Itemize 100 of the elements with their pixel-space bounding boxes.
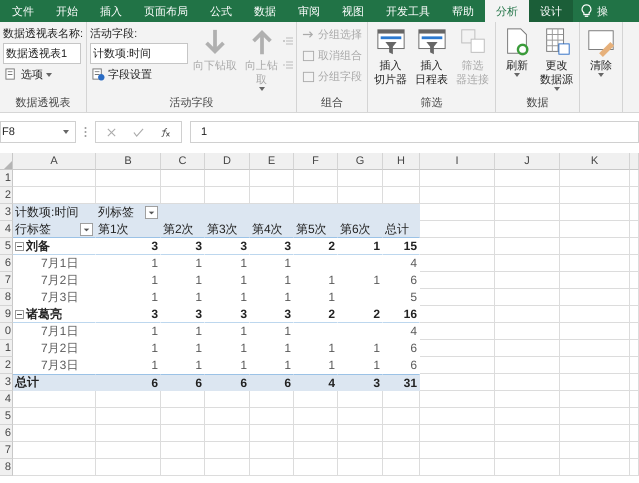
table-cell-text: 1 <box>327 340 336 357</box>
input-field[interactable]: 数据透视表1 <box>3 43 81 64</box>
row-header[interactable]: 8 <box>0 459 13 476</box>
empty-cell <box>338 408 383 425</box>
column-header[interactable]: J <box>495 153 560 170</box>
ribbon-button[interactable]: 插入 日程表 <box>412 26 452 93</box>
empty-cell <box>96 408 161 425</box>
ribbon-tab[interactable]: 操 <box>573 0 619 22</box>
ribbon-tab[interactable]: 公式 <box>199 0 243 22</box>
table-cell: 3 <box>161 306 205 323</box>
empty-cell <box>630 340 639 357</box>
ribbon-tab[interactable]: 插入 <box>89 0 133 22</box>
table-cell: 3 <box>96 238 161 255</box>
row-header[interactable]: 1 <box>0 170 13 187</box>
insert-function-icon[interactable] <box>160 126 171 138</box>
table-cell: 第3次 <box>205 221 250 238</box>
empty-cell <box>383 425 420 442</box>
row-header[interactable]: 7 <box>0 442 13 459</box>
formula-input[interactable]: 1 <box>190 121 639 143</box>
collapse-toggle-icon[interactable] <box>15 310 24 318</box>
filter-dropdown-icon[interactable] <box>145 206 158 218</box>
table-cell-text: 7月2日 <box>40 272 80 288</box>
check-icon[interactable] <box>133 126 144 138</box>
empty-cell <box>383 170 420 187</box>
filter-dropdown-icon[interactable] <box>80 222 93 236</box>
ribbon-button[interactable]: 插入 切片器 <box>371 26 410 93</box>
row-header[interactable]: 4 <box>0 221 13 238</box>
row-header[interactable]: 2 <box>0 357 13 374</box>
row-header[interactable]: 3 <box>0 204 13 221</box>
empty-cell <box>294 459 338 476</box>
column-header[interactable]: E <box>250 153 294 170</box>
ribbon-button[interactable]: 字段设置 <box>90 66 188 83</box>
table-cell-text: 1 <box>283 289 292 306</box>
row-header[interactable]: 5 <box>0 238 13 255</box>
row-header[interactable]: 6 <box>0 255 13 272</box>
ribbon-tab[interactable]: 页面布局 <box>133 0 199 22</box>
name-box[interactable]: F8 <box>0 121 76 143</box>
field-label: 活动字段: <box>90 26 138 41</box>
ribbon-button[interactable]: 清除 <box>583 26 620 110</box>
column-header[interactable]: C <box>161 153 205 170</box>
table-cell-text: 1 <box>283 340 292 357</box>
row-header[interactable]: 9 <box>0 306 13 323</box>
row-header[interactable]: 5 <box>0 408 13 425</box>
table-cell-text: 7月3日 <box>40 289 80 306</box>
table-cell: 6 <box>205 374 250 391</box>
collapse-toggle-icon[interactable] <box>15 242 24 250</box>
cell-text: 诸葛亮 <box>26 306 62 322</box>
empty-cell <box>294 170 338 187</box>
table-cell-text: 6 <box>409 357 418 374</box>
table-cell-text: 1 <box>239 357 248 374</box>
empty-cell <box>250 459 294 476</box>
empty-cell <box>630 408 639 425</box>
empty-cell <box>495 323 560 340</box>
column-header[interactable]: F <box>294 153 338 170</box>
table-cell: 1 <box>338 238 383 255</box>
column-header[interactable]: D <box>205 153 250 170</box>
select-all-corner[interactable] <box>0 153 13 170</box>
ribbon-button[interactable]: 选项 <box>3 66 84 83</box>
table-cell: 6 <box>96 374 161 391</box>
row-header[interactable]: 2 <box>0 187 13 204</box>
empty-cell <box>630 289 639 306</box>
row-header[interactable]: 4 <box>0 391 13 408</box>
row-header[interactable]: 0 <box>0 323 13 340</box>
column-header[interactable]: H <box>383 153 420 170</box>
empty-cell <box>630 255 639 272</box>
column-header[interactable] <box>630 153 639 170</box>
cancel-icon[interactable] <box>106 126 117 138</box>
row-header[interactable]: 7 <box>0 272 13 289</box>
column-header[interactable]: A <box>13 153 96 170</box>
empty-cell <box>560 391 630 408</box>
ribbon-button[interactable]: 更改 数据源 <box>537 26 576 93</box>
ribbon-tab[interactable]: 文件 <box>1 0 45 22</box>
empty-cell <box>560 442 630 459</box>
column-header[interactable]: B <box>96 153 161 170</box>
column-header[interactable]: G <box>338 153 383 170</box>
empty-cell <box>560 204 630 221</box>
table-cell: 第6次 <box>338 221 383 238</box>
drag-handle-icon[interactable] <box>84 126 87 138</box>
ribbon-button[interactable]: 刷新 <box>499 26 536 93</box>
column-header[interactable]: I <box>420 153 495 170</box>
empty-cell <box>161 459 205 476</box>
table-cell-text: 1 <box>150 289 159 306</box>
table-cell-text: 1 <box>194 323 203 340</box>
table-cell: 总计 <box>13 374 96 391</box>
ribbon-tab[interactable]: 开发工具 <box>375 0 441 22</box>
ribbon-tab[interactable]: 分析 <box>485 0 529 22</box>
ribbon-tab[interactable]: 视图 <box>331 0 375 22</box>
empty-cell <box>495 187 560 204</box>
empty-cell <box>294 391 338 408</box>
row-header[interactable]: 3 <box>0 374 13 391</box>
ribbon-tab[interactable]: 数据 <box>243 0 287 22</box>
input-field[interactable]: 计数项:时间 <box>90 43 188 64</box>
row-header[interactable]: 6 <box>0 425 13 442</box>
row-header[interactable]: 8 <box>0 289 13 306</box>
column-header[interactable]: K <box>560 153 630 170</box>
row-header[interactable]: 1 <box>0 340 13 357</box>
ribbon-tab[interactable]: 开始 <box>45 0 89 22</box>
ribbon-tab[interactable]: 帮助 <box>441 0 485 22</box>
ribbon-tab[interactable]: 审阅 <box>287 0 331 22</box>
ribbon-tab[interactable]: 设计 <box>529 0 573 22</box>
